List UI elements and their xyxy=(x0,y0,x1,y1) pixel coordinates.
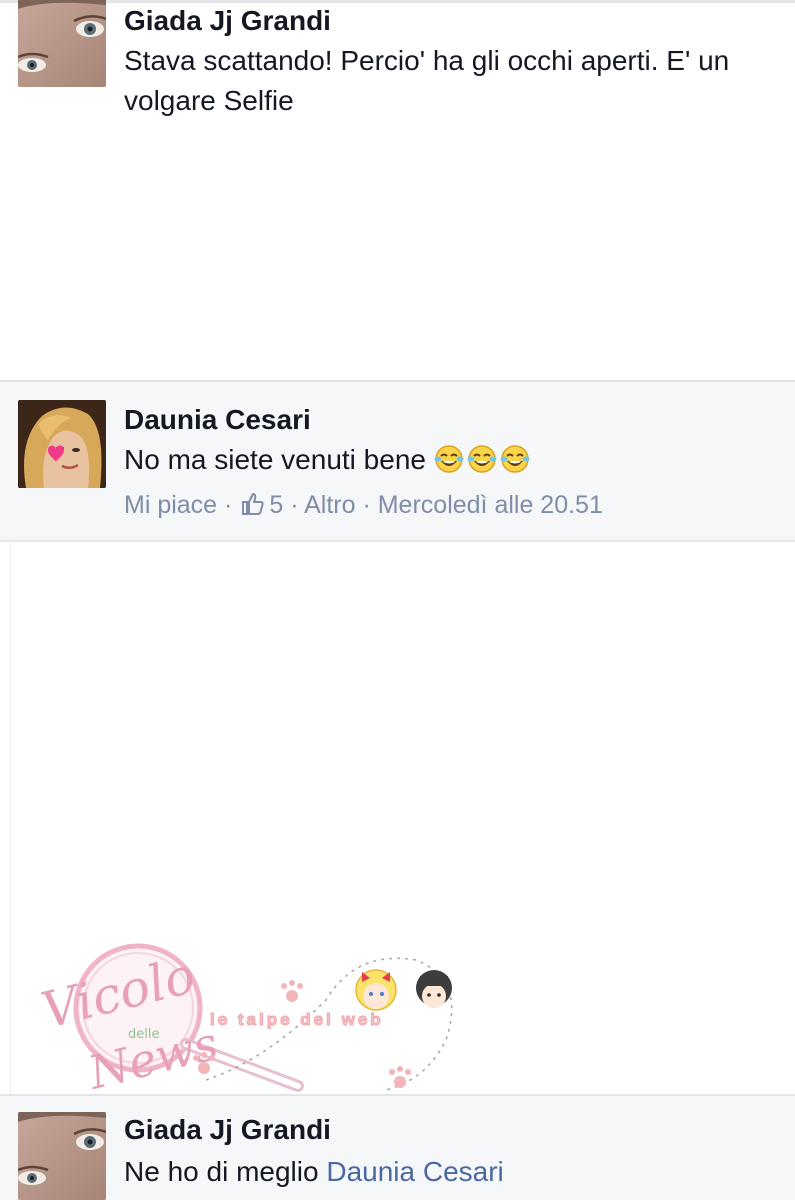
more-link[interactable]: Altro xyxy=(304,491,355,519)
comment-text-content: No ma siete venuti bene xyxy=(124,444,426,475)
comment-item: Giada Jj Grandi Ne ho di meglio Daunia C… xyxy=(0,1094,795,1200)
meta-separator: · xyxy=(224,491,233,519)
laughing-emoji-group xyxy=(434,444,533,475)
like-count[interactable]: 5 xyxy=(269,491,283,519)
comment-item: Daunia Cesari No ma siete venuti bene Mi… xyxy=(0,380,795,542)
avatar[interactable] xyxy=(18,1112,106,1200)
avatar[interactable] xyxy=(18,400,106,488)
face-with-tears-of-joy-icon xyxy=(434,445,464,473)
meta-separator: · xyxy=(362,491,371,519)
comment-text: Stava scattando! Percio' ha gli occhi ap… xyxy=(124,45,730,116)
comment-text: Ne ho di meglio Daunia Cesari xyxy=(124,1152,774,1192)
avatar[interactable] xyxy=(18,0,106,87)
comment-item: Giada Jj Grandi Stava scattando! Percio'… xyxy=(0,0,795,380)
paw-icon xyxy=(389,1066,411,1088)
comment-author[interactable]: Giada Jj Grandi xyxy=(124,1114,331,1146)
cartoon-girls-icon xyxy=(355,969,452,1011)
like-link[interactable]: Mi piace xyxy=(124,491,217,519)
watermark-tagline: le talpe del web xyxy=(210,1010,384,1030)
face-with-tears-of-joy-icon xyxy=(467,445,497,473)
face-with-tears-of-joy-icon xyxy=(500,445,530,473)
comment-text-content: Ne ho di meglio xyxy=(124,1156,327,1187)
paw-icon xyxy=(281,980,303,1002)
mention-link[interactable]: Daunia Cesari xyxy=(326,1156,503,1187)
comment-text: No ma siete venuti bene xyxy=(124,440,774,480)
comment-author[interactable]: Daunia Cesari xyxy=(124,404,311,436)
comment-meta: Mi piace · 5 · Altro · Mercoledì alle 20… xyxy=(124,490,603,520)
thumbs-up-icon[interactable] xyxy=(241,492,265,516)
comment-timestamp[interactable]: Mercoledì alle 20.51 xyxy=(378,491,603,519)
meta-separator: · xyxy=(290,491,299,519)
comment-author[interactable]: Giada Jj Grandi xyxy=(124,5,331,37)
